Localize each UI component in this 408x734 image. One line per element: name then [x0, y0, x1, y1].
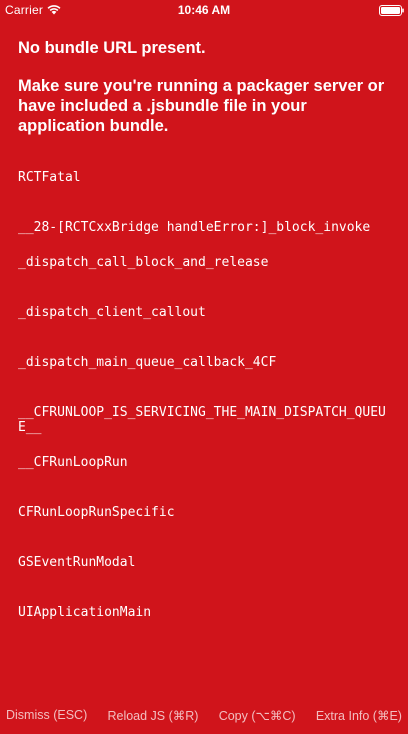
- stack-frame[interactable]: __CFRunLoopRun: [18, 455, 392, 470]
- error-title: No bundle URL present.: [18, 39, 206, 57]
- stack-frame[interactable]: RCTFatal: [18, 170, 392, 185]
- stack-trace[interactable]: RCTFatal __28-[RCTCxxBridge handleError:]…: [18, 170, 392, 620]
- status-bar: Carrier 10:46 AM: [0, 0, 408, 20]
- stack-frame[interactable]: _dispatch_client_callout: [18, 305, 392, 320]
- stack-frame[interactable]: _dispatch_call_block_and_release: [18, 255, 392, 270]
- stack-frame[interactable]: UIApplicationMain: [18, 605, 392, 620]
- dismiss-button[interactable]: Dismiss (ESC): [6, 708, 87, 722]
- reload-js-button[interactable]: Reload JS (⌘R): [107, 708, 198, 723]
- extra-info-button[interactable]: Extra Info (⌘E): [316, 708, 402, 723]
- stack-frame[interactable]: CFRunLoopRunSpecific: [18, 505, 392, 520]
- copy-button[interactable]: Copy (⌥⌘C): [219, 708, 296, 723]
- stack-frame[interactable]: _dispatch_main_queue_callback_4CF: [18, 355, 392, 370]
- redbox-content: No bundle URL present. Make sure you're …: [18, 38, 392, 620]
- error-message: Make sure you're running a packager serv…: [18, 77, 385, 135]
- stack-frame[interactable]: GSEventRunModal: [18, 555, 392, 570]
- stack-frame[interactable]: __28-[RCTCxxBridge handleError:]_block_i…: [18, 220, 392, 235]
- clock: 10:46 AM: [177, 3, 231, 17]
- stack-frame[interactable]: __CFRUNLOOP_IS_SERVICING_THE_MAIN_DISPAT…: [18, 405, 392, 435]
- redbox-toolbar: Dismiss (ESC) Reload JS (⌘R) Copy (⌥⌘C) …: [0, 696, 408, 734]
- battery-icon: [379, 5, 404, 16]
